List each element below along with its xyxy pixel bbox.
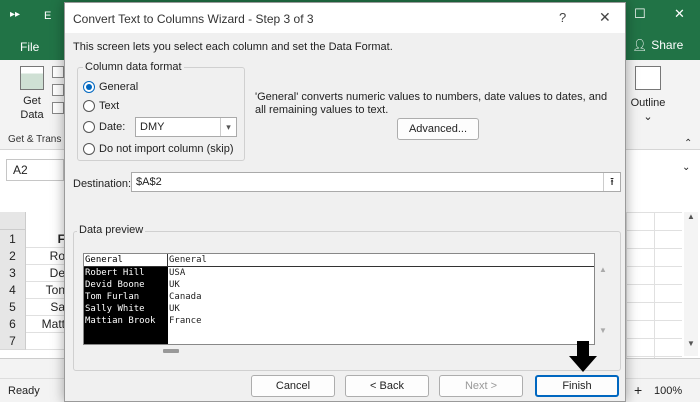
preview-column-header[interactable]: General: [84, 254, 168, 267]
database-icon: [20, 66, 44, 90]
ribbon-group-label: Get & Trans: [8, 134, 62, 145]
cell-a[interactable]: Ton: [26, 281, 68, 299]
file-tab[interactable]: File: [20, 40, 39, 54]
get-data-label-2: Data: [20, 109, 44, 121]
preview-column-header[interactable]: General: [168, 254, 594, 267]
radio-text[interactable]: Text: [83, 100, 119, 112]
date-format-select[interactable]: DMY ▾: [135, 117, 237, 137]
preview-column-1[interactable]: General Robert Hill Devid Boone Tom Furl…: [84, 254, 168, 344]
dialog-description: This screen lets you select each column …: [73, 41, 393, 53]
finish-button[interactable]: Finish: [535, 375, 619, 397]
scroll-up-icon[interactable]: ▲: [684, 212, 698, 221]
chevron-down-icon[interactable]: ▾: [220, 118, 236, 136]
preview-cell: Sally White: [85, 304, 145, 314]
status-ready: Ready: [8, 385, 40, 397]
preview-vertical-scrollbar[interactable]: ▲ ▼: [597, 265, 609, 343]
data-preview-box[interactable]: General Robert Hill Devid Boone Tom Furl…: [83, 253, 595, 345]
dialog-title-bar: Convert Text to Columns Wizard - Step 3 …: [65, 3, 625, 33]
outline-button[interactable]: Outline ⌄: [628, 66, 668, 124]
radio-general[interactable]: General: [83, 81, 138, 93]
preview-cell: Mattian Brook: [85, 316, 156, 326]
quick-access-chevron-icon[interactable]: ▸▸: [10, 9, 20, 20]
radio-date-dot[interactable]: [83, 121, 95, 133]
preview-cell: UK: [169, 304, 180, 314]
text-to-columns-dialog: Convert Text to Columns Wizard - Step 3 …: [64, 2, 626, 402]
radio-skip-label: Do not import column (skip): [99, 143, 234, 155]
outline-icon: [635, 66, 661, 90]
radio-text-dot[interactable]: [83, 100, 95, 112]
chevron-down-icon: ⌄: [643, 111, 653, 123]
outline-label: Outline: [630, 97, 666, 109]
cell-a[interactable]: Sa: [26, 298, 68, 316]
radio-general-dot[interactable]: [83, 81, 95, 93]
close-icon[interactable]: ✕: [599, 9, 611, 26]
share-button[interactable]: 👤︎ Share: [632, 38, 683, 52]
from-table-icon[interactable]: [52, 102, 64, 114]
date-format-value: DMY: [140, 121, 165, 133]
radio-general-label: General: [99, 81, 139, 93]
radio-date[interactable]: Date:: [83, 121, 125, 133]
cell-a[interactable]: F: [26, 230, 68, 248]
preview-column-2[interactable]: General USA UK Canada UK France: [168, 254, 594, 327]
cell-a[interactable]: Matt: [26, 315, 68, 333]
preview-cell: Robert Hill: [85, 268, 145, 278]
radio-date-label: Date:: [99, 121, 126, 133]
scroll-down-icon[interactable]: ▼: [684, 339, 698, 348]
advanced-button-label: Advanced...: [408, 123, 468, 135]
cell-a[interactable]: De: [26, 264, 68, 282]
radio-skip-dot[interactable]: [83, 143, 95, 155]
worksheet-vertical-scrollbar[interactable]: ▲ ▼: [684, 212, 698, 356]
row-header[interactable]: 6: [0, 315, 26, 333]
select-all-corner[interactable]: [0, 212, 26, 230]
radio-text-label: Text: [99, 100, 120, 112]
destination-label: Destination:: [73, 178, 132, 190]
zoom-in-icon[interactable]: +: [634, 382, 642, 398]
range-collapse-icon[interactable]: ⭱: [603, 173, 620, 191]
next-button[interactable]: Next >: [439, 375, 523, 397]
expand-formula-bar-icon[interactable]: ⌄: [682, 162, 690, 173]
person-icon: 👤︎: [632, 38, 648, 52]
excel-title-text: E: [44, 10, 52, 22]
dialog-title: Convert Text to Columns Wizard - Step 3 …: [73, 12, 314, 26]
get-data-label-1: Get: [23, 95, 41, 107]
row-header[interactable]: 4: [0, 281, 26, 299]
row-header[interactable]: 7: [0, 332, 26, 350]
column-data-format-label: Column data format: [83, 61, 184, 73]
row-header[interactable]: 5: [0, 298, 26, 316]
worksheet-grid-right[interactable]: [626, 212, 682, 358]
help-icon[interactable]: ?: [559, 10, 566, 25]
cell-a[interactable]: [26, 332, 68, 350]
preview-cell: UK: [169, 280, 180, 290]
get-data-button[interactable]: Get Data: [10, 66, 54, 122]
advanced-button[interactable]: Advanced...: [397, 118, 479, 140]
preview-cell: USA: [169, 268, 186, 278]
row-header[interactable]: 2: [0, 247, 26, 265]
general-format-note: 'General' converts numeric values to num…: [255, 91, 608, 116]
destination-input[interactable]: $A$2: [131, 172, 621, 192]
arrow-down-icon: [569, 341, 597, 372]
name-box[interactable]: A2: [6, 159, 64, 181]
cancel-button[interactable]: Cancel: [251, 375, 335, 397]
preview-cell: Devid Boone: [85, 280, 145, 290]
destination-value: $A$2: [136, 176, 162, 188]
back-button[interactable]: < Back: [345, 375, 429, 397]
preview-cell: Tom Furlan: [85, 292, 140, 302]
preview-cell: Canada: [169, 292, 202, 302]
ribbon-collapse-icon[interactable]: ⌃: [684, 138, 692, 149]
share-label: Share: [651, 38, 684, 52]
scroll-up-icon[interactable]: ▲: [597, 265, 609, 274]
from-web-icon[interactable]: [52, 84, 64, 96]
cell-a[interactable]: Ro: [26, 247, 68, 265]
zoom-level[interactable]: 100%: [654, 385, 682, 397]
preview-cell: France: [169, 316, 202, 326]
row-header[interactable]: 3: [0, 264, 26, 282]
data-preview-label: Data preview: [77, 224, 146, 236]
from-text-icon[interactable]: [52, 66, 64, 78]
preview-horizontal-scroll-thumb[interactable]: [163, 349, 179, 353]
radio-skip[interactable]: Do not import column (skip): [83, 143, 234, 155]
scroll-down-icon[interactable]: ▼: [597, 326, 609, 335]
restore-window-icon[interactable]: ☐: [634, 6, 646, 22]
close-window-icon[interactable]: ✕: [674, 6, 685, 22]
row-header[interactable]: 1: [0, 230, 26, 248]
